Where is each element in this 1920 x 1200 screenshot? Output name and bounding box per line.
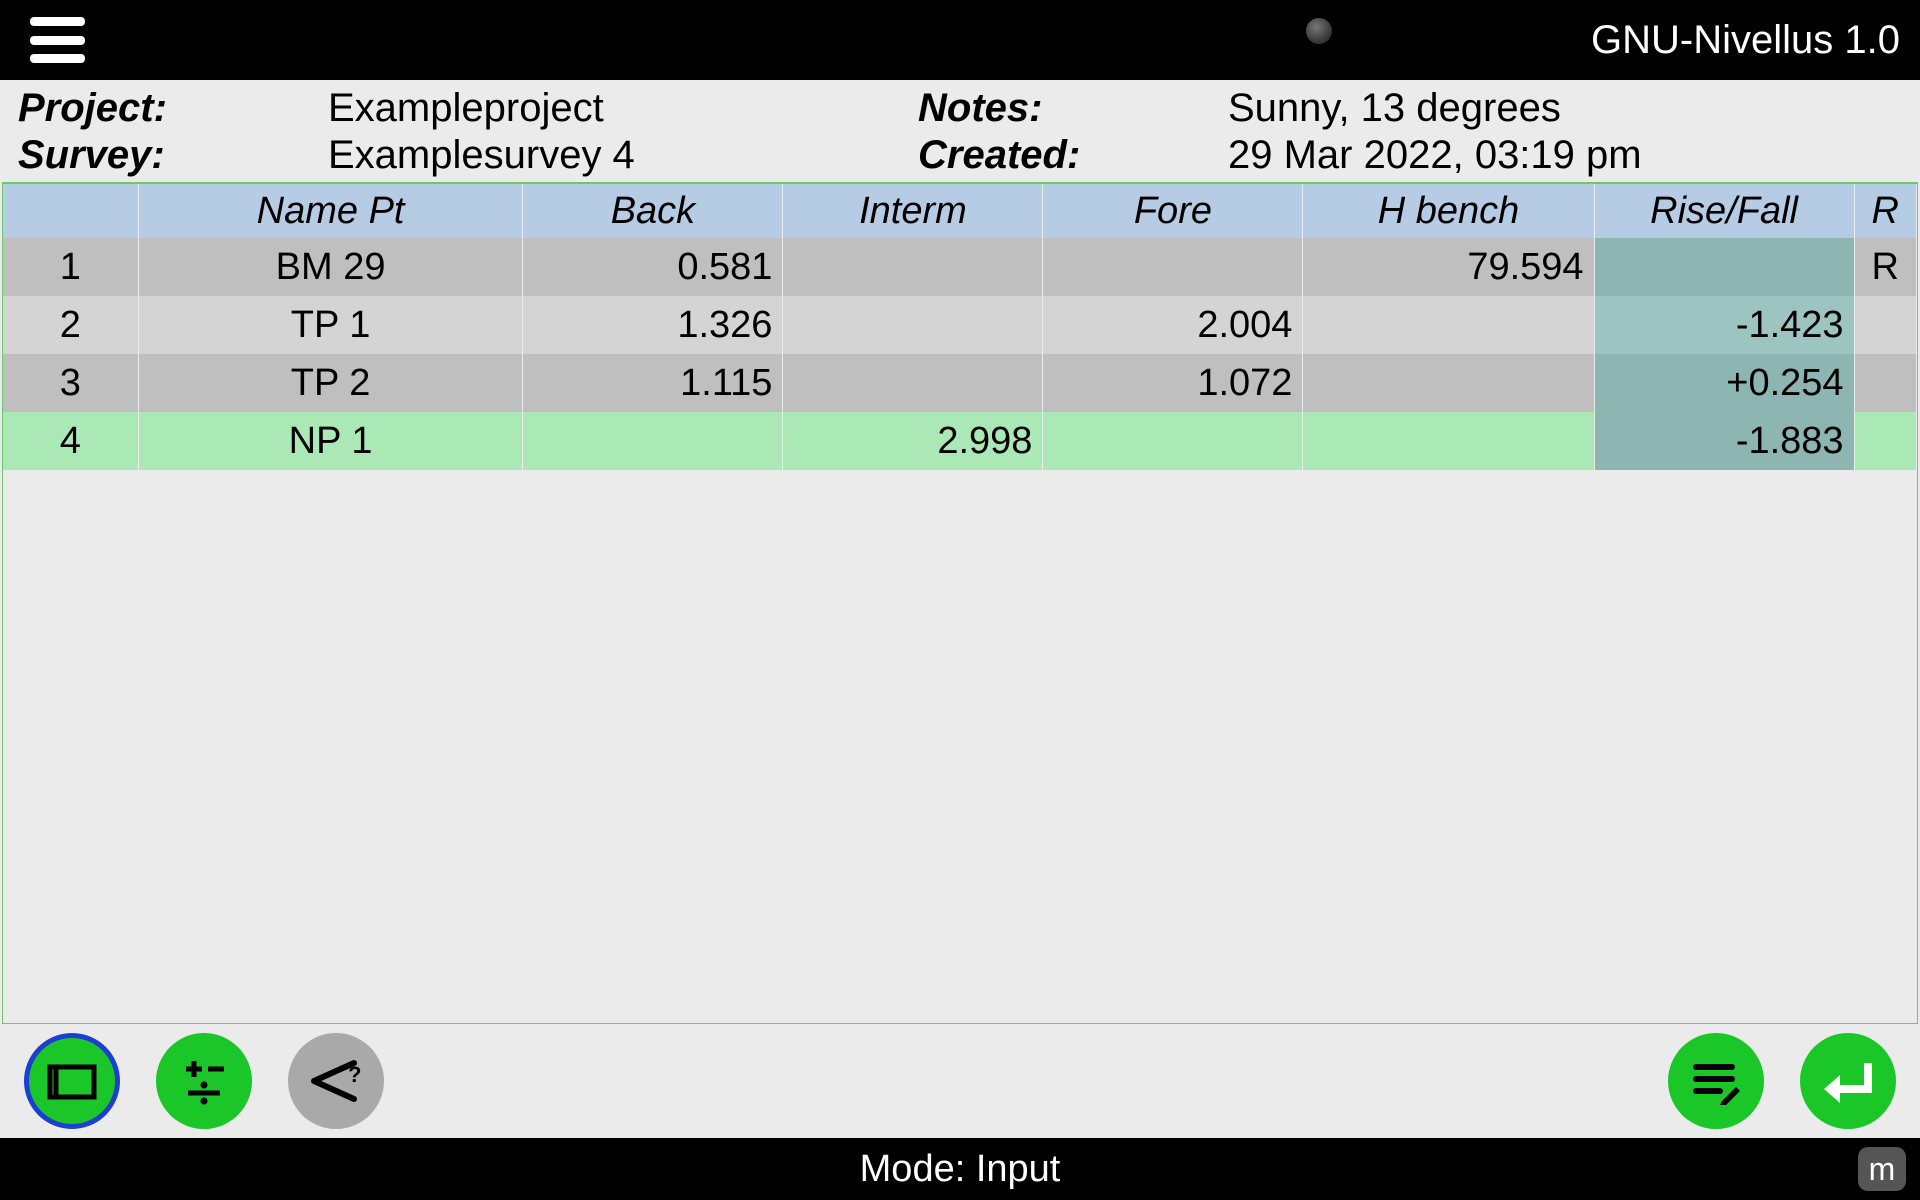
cell-back[interactable] bbox=[523, 412, 783, 470]
cell-interm[interactable] bbox=[783, 296, 1043, 354]
cell-r[interactable]: R bbox=[1854, 238, 1916, 296]
survey-table[interactable]: Name Pt Back Interm Fore H bench Rise/Fa… bbox=[3, 184, 1917, 470]
status-bar: Mode: Input m bbox=[0, 1138, 1920, 1200]
col-name: Name Pt bbox=[138, 184, 523, 238]
project-value: Exampleproject bbox=[328, 86, 918, 131]
cell-back[interactable]: 0.581 bbox=[523, 238, 783, 296]
cell-interm[interactable]: 2.998 bbox=[783, 412, 1043, 470]
table-row[interactable]: 2TP 11.326 2.004 -1.423 bbox=[3, 296, 1917, 354]
col-interm: Interm bbox=[783, 184, 1043, 238]
table-header-row: Name Pt Back Interm Fore H bench Rise/Fa… bbox=[3, 184, 1917, 238]
return-arrow-icon bbox=[1816, 1049, 1880, 1113]
cell-interm[interactable] bbox=[783, 238, 1043, 296]
menu-icon[interactable] bbox=[20, 17, 80, 63]
angle-question-icon: ? bbox=[304, 1049, 368, 1113]
cell-risefall[interactable] bbox=[1594, 238, 1854, 296]
mode-text: Mode: Input bbox=[860, 1148, 1061, 1191]
cell-back[interactable]: 1.115 bbox=[523, 354, 783, 412]
cell-r[interactable] bbox=[1854, 296, 1916, 354]
cell-name[interactable]: TP 2 bbox=[138, 354, 523, 412]
table-row[interactable]: 4NP 1 2.998 -1.883 bbox=[3, 412, 1917, 470]
cell-hbench[interactable] bbox=[1303, 354, 1594, 412]
cell-fore[interactable]: 2.004 bbox=[1043, 296, 1303, 354]
rectangle-icon bbox=[40, 1049, 104, 1113]
table-row[interactable]: 1BM 290.581 79.594 R bbox=[3, 238, 1917, 296]
cell-fore[interactable]: 1.072 bbox=[1043, 354, 1303, 412]
top-bar: GNU-Nivellus 1.0 bbox=[0, 0, 1920, 80]
cell-back[interactable]: 1.326 bbox=[523, 296, 783, 354]
cell-r[interactable] bbox=[1854, 354, 1916, 412]
query-button[interactable]: ? bbox=[288, 1033, 384, 1129]
cell-idx[interactable]: 4 bbox=[3, 412, 138, 470]
cell-hbench[interactable] bbox=[1303, 412, 1594, 470]
survey-label: Survey: bbox=[18, 133, 328, 178]
cell-hbench[interactable]: 79.594 bbox=[1303, 238, 1594, 296]
col-idx bbox=[3, 184, 138, 238]
cell-risefall[interactable]: -1.883 bbox=[1594, 412, 1854, 470]
created-label: Created: bbox=[918, 133, 1228, 178]
notes-value: Sunny, 13 degrees bbox=[1228, 86, 1902, 131]
lines-pencil-icon bbox=[1684, 1049, 1748, 1113]
svg-text:?: ? bbox=[348, 1062, 361, 1087]
survey-table-wrap: Name Pt Back Interm Fore H bench Rise/Fa… bbox=[2, 182, 1918, 1024]
app-title: GNU-Nivellus 1.0 bbox=[1591, 18, 1900, 63]
created-value: 29 Mar 2022, 03:19 pm bbox=[1228, 133, 1902, 178]
calc-button[interactable] bbox=[156, 1033, 252, 1129]
edit-notes-button[interactable] bbox=[1668, 1033, 1764, 1129]
unit-button[interactable]: m bbox=[1858, 1147, 1906, 1191]
col-r: R bbox=[1854, 184, 1916, 238]
col-back: Back bbox=[523, 184, 783, 238]
cell-hbench[interactable] bbox=[1303, 296, 1594, 354]
col-hbench: H bench bbox=[1303, 184, 1594, 238]
col-fore: Fore bbox=[1043, 184, 1303, 238]
cell-idx[interactable]: 1 bbox=[3, 238, 138, 296]
bottom-toolbar: ? bbox=[0, 1024, 1920, 1138]
project-label: Project: bbox=[18, 86, 328, 131]
cell-fore[interactable] bbox=[1043, 238, 1303, 296]
col-risefall: Rise/Fall bbox=[1594, 184, 1854, 238]
cell-interm[interactable] bbox=[783, 354, 1043, 412]
notes-label: Notes: bbox=[918, 86, 1228, 131]
table-row[interactable]: 3TP 21.115 1.072 +0.254 bbox=[3, 354, 1917, 412]
cell-name[interactable]: TP 1 bbox=[138, 296, 523, 354]
info-panel: Project: Exampleproject Notes: Sunny, 13… bbox=[0, 80, 1920, 182]
cell-fore[interactable] bbox=[1043, 412, 1303, 470]
enter-button[interactable] bbox=[1800, 1033, 1896, 1129]
survey-value: Examplesurvey 4 bbox=[328, 133, 918, 178]
cell-risefall[interactable]: +0.254 bbox=[1594, 354, 1854, 412]
cell-r[interactable] bbox=[1854, 412, 1916, 470]
cell-name[interactable]: NP 1 bbox=[138, 412, 523, 470]
screen-mode-button[interactable] bbox=[24, 1033, 120, 1129]
cell-idx[interactable]: 2 bbox=[3, 296, 138, 354]
cell-name[interactable]: BM 29 bbox=[138, 238, 523, 296]
cell-idx[interactable]: 3 bbox=[3, 354, 138, 412]
camera-dot-icon bbox=[1306, 18, 1332, 44]
plus-minus-divide-icon bbox=[172, 1049, 236, 1113]
cell-risefall[interactable]: -1.423 bbox=[1594, 296, 1854, 354]
